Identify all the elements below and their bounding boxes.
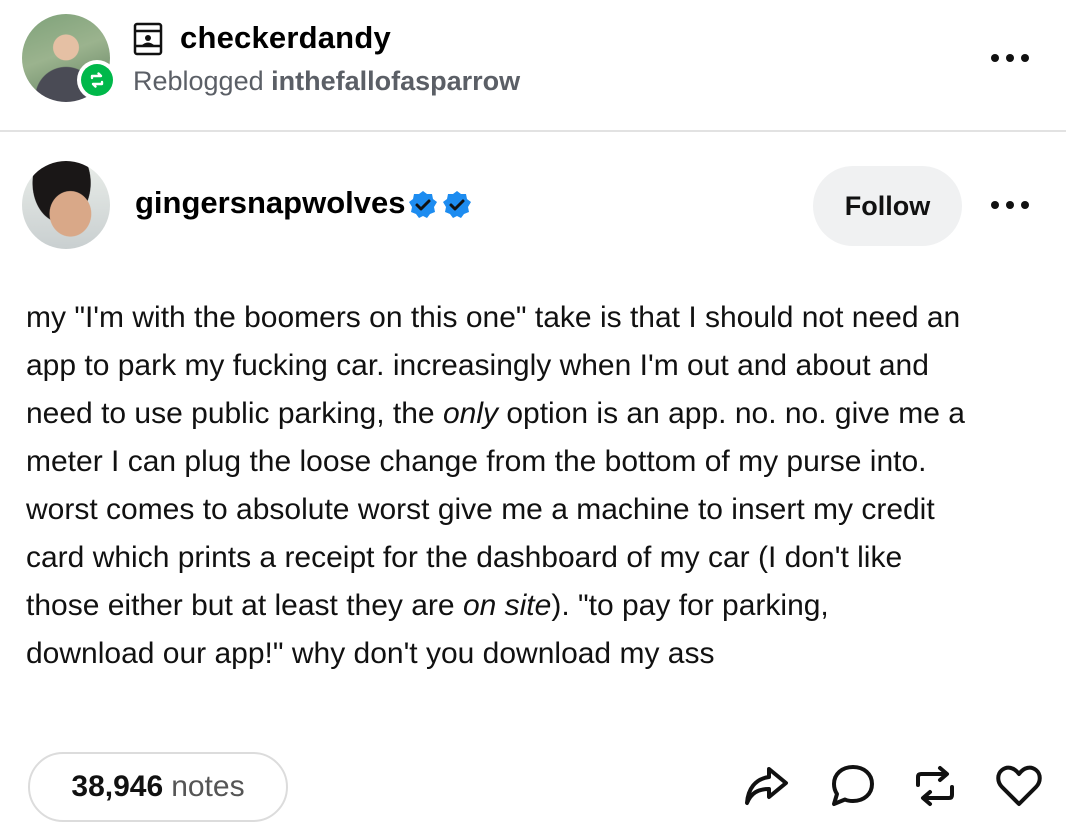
post-line: my "I'm with the boomers on this one" ta…: [26, 301, 961, 334]
reblogger-name[interactable]: checkerdandy: [180, 20, 391, 56]
post-line: download our app!" why don't you downloa…: [26, 637, 715, 670]
more-icon[interactable]: [989, 48, 1031, 68]
post-body: my "I'm with the boomers on this one" ta…: [26, 294, 1046, 678]
verified-badge-icon: [409, 191, 471, 218]
post-line: those either but at least they are on si…: [26, 589, 829, 622]
reply-icon[interactable]: [828, 761, 878, 811]
notes-count: 38,946: [71, 770, 164, 803]
post-line: card which prints a receipt for the dash…: [26, 541, 903, 574]
post-line: app to park my fucking car. increasingly…: [26, 349, 929, 382]
reblog-icon[interactable]: [910, 761, 960, 811]
post-line: need to use public parking, the only opt…: [26, 397, 965, 430]
post-line: worst comes to absolute worst give me a …: [26, 493, 935, 526]
emphasis: on site: [462, 589, 552, 622]
emphasis: only: [442, 397, 498, 430]
notes-button[interactable]: 38,946 notes: [28, 752, 288, 822]
author-avatar[interactable]: [22, 161, 110, 249]
more-icon[interactable]: [989, 195, 1031, 215]
share-icon[interactable]: [742, 761, 792, 811]
reblogged-prefix: Reblogged: [133, 66, 264, 96]
reblog-header: checkerdandy Reblogged inthefallofasparr…: [0, 0, 1066, 131]
follow-button[interactable]: Follow: [813, 166, 962, 246]
reblog-badge-icon: [77, 60, 117, 100]
post-line: meter I can plug the loose change from t…: [26, 445, 927, 478]
reblogged-from-line: Reblogged inthefallofasparrow: [133, 66, 520, 97]
like-icon[interactable]: [994, 761, 1044, 811]
divider: [0, 130, 1066, 132]
reblogged-from-link[interactable]: inthefallofasparrow: [271, 66, 520, 96]
notes-label: notes: [171, 770, 245, 803]
author-name[interactable]: gingersnapwolves: [135, 185, 405, 221]
blog-icon: [133, 22, 163, 56]
